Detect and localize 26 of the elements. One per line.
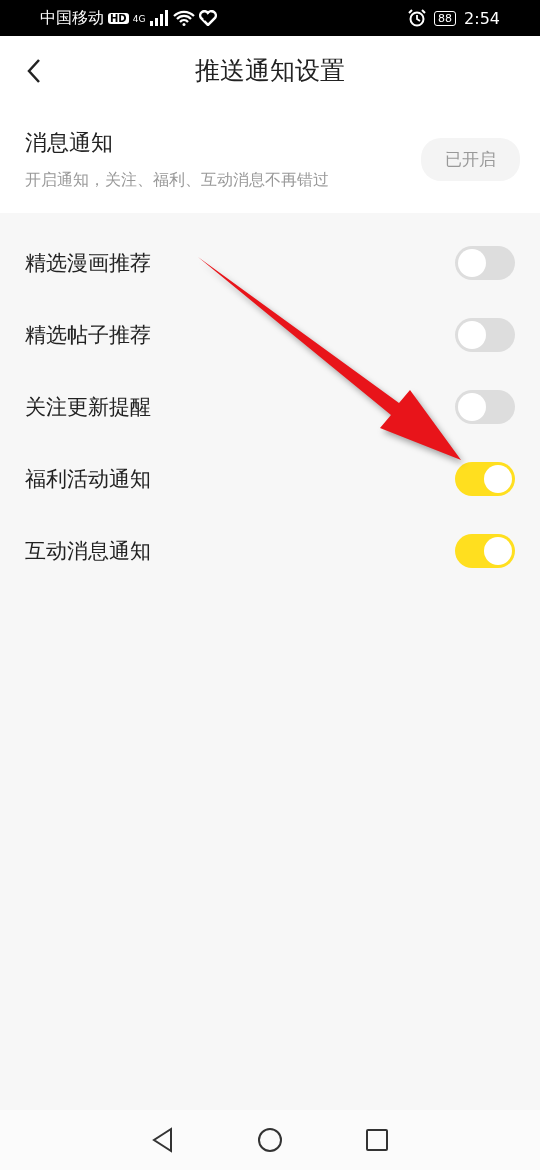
alarm-icon <box>408 9 427 27</box>
toggle-switch[interactable] <box>455 246 515 280</box>
setting-label: 关注更新提醒 <box>25 394 151 421</box>
back-nav-icon[interactable] <box>151 1127 175 1153</box>
page-title: 推送通知设置 <box>195 55 345 87</box>
setting-label: 精选帖子推荐 <box>25 322 151 349</box>
wifi-icon <box>173 10 196 26</box>
home-nav-icon[interactable] <box>257 1127 283 1153</box>
network-type: 4G <box>132 13 146 24</box>
heart-icon <box>199 10 218 26</box>
signal-icon <box>149 10 170 26</box>
toggle-switch[interactable] <box>455 390 515 424</box>
toggle-switch[interactable] <box>455 534 515 568</box>
setting-label: 精选漫画推荐 <box>25 250 151 277</box>
recents-nav-icon[interactable] <box>365 1128 389 1152</box>
back-icon[interactable] <box>26 58 42 84</box>
toggle-switch[interactable] <box>455 462 515 496</box>
setting-label: 互动消息通知 <box>25 538 151 565</box>
notification-description: 开启通知，关注、福利、互动消息不再错过 <box>25 169 329 191</box>
hd-badge: HD <box>108 12 129 24</box>
carrier-name: 中国移动 <box>40 7 104 29</box>
clock-time: 2:54 <box>464 8 500 28</box>
notification-title: 消息通知 <box>25 128 114 157</box>
setting-label: 福利活动通知 <box>25 466 151 493</box>
toggle-switch[interactable] <box>455 318 515 352</box>
battery-level: 88 <box>434 10 457 26</box>
